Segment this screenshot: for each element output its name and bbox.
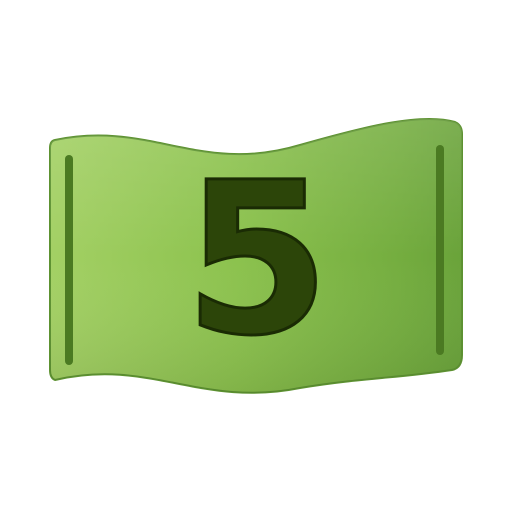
- hole-number: 5: [184, 137, 330, 382]
- golf-flag-icon: 5: [49, 117, 463, 394]
- left-slot: [65, 155, 73, 365]
- app-icon-canvas: 5: [0, 0, 512, 512]
- right-slot: [436, 145, 444, 355]
